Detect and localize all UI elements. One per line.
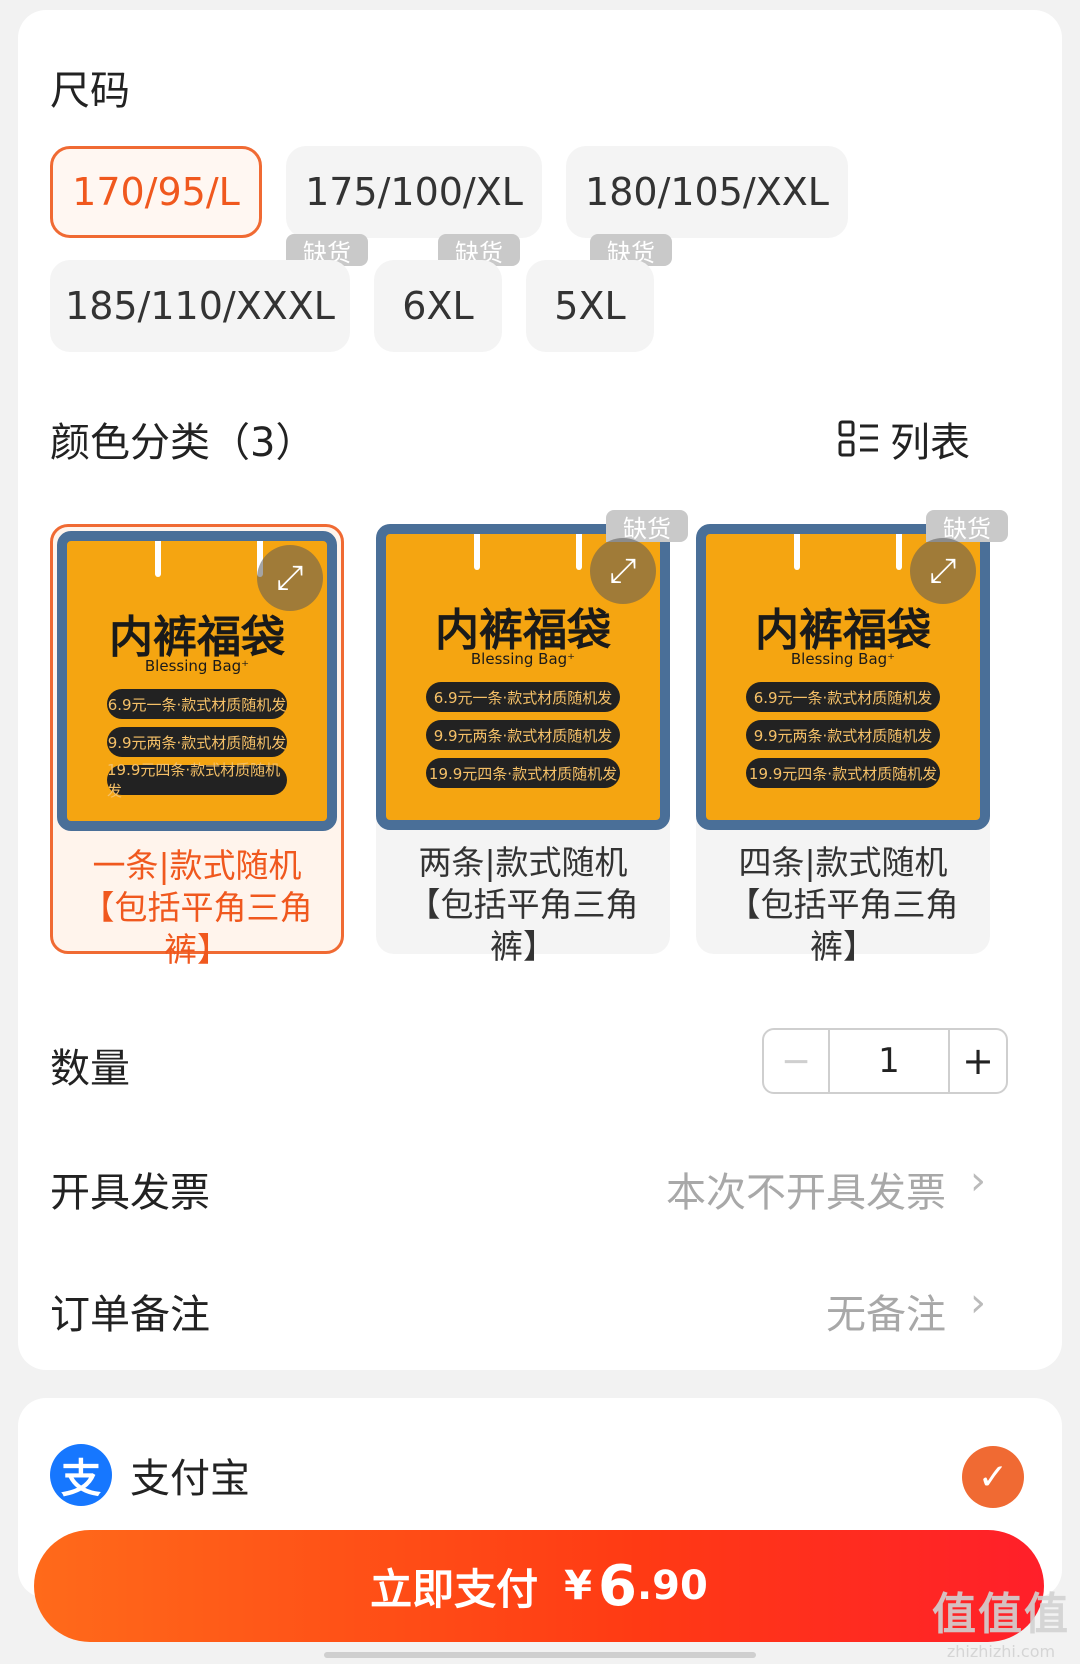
list-view-icon xyxy=(838,418,880,460)
payment-method-label: 支付宝 xyxy=(130,1456,250,1502)
remark-value: 无备注 xyxy=(826,1292,946,1338)
thumbnail-line: 6.9元一条·款式材质随机发 xyxy=(426,682,620,712)
thumbnail-line: 19.9元四条·款式材质随机发 xyxy=(746,758,940,788)
quantity-stepper: − 1 + xyxy=(762,1028,1008,1094)
thumbnail-line: 19.9元四条·款式材质随机发 xyxy=(426,758,620,788)
thumbnail-subtitle: Blessing Bag⁺ xyxy=(144,657,250,675)
currency-symbol: ¥ xyxy=(564,1563,593,1609)
price-decimal: .90 xyxy=(636,1563,708,1609)
expand-icon[interactable]: ⤢ xyxy=(590,538,656,604)
thumbnail-line: 6.9元一条·款式材质随机发 xyxy=(746,682,940,712)
checkmark-icon[interactable]: ✓ xyxy=(962,1446,1024,1508)
price-integer: 6 xyxy=(598,1553,637,1619)
watermark: 值值值 zhizhizhi.com xyxy=(932,1589,1070,1661)
color-section-title: 颜色分类（3） xyxy=(50,420,316,466)
color-option-one[interactable]: 内裤福袋 Blessing Bag⁺ 6.9元一条·款式材质随机发 9.9元两条… xyxy=(50,524,344,969)
chevron-right-icon: › xyxy=(970,1158,986,1204)
quantity-label: 数量 xyxy=(50,1046,130,1092)
color-option-label: 一条|款式随机【包括平角三角裤】 xyxy=(81,846,313,969)
thumbnail-subtitle: Blessing Bag⁺ xyxy=(470,650,576,668)
increment-button[interactable]: + xyxy=(950,1030,1006,1092)
chevron-right-icon: › xyxy=(970,1280,986,1326)
list-view-toggle[interactable]: 列表 xyxy=(838,410,970,468)
invoice-value: 本次不开具发票 xyxy=(666,1170,946,1216)
list-view-label: 列表 xyxy=(890,420,970,466)
decrement-button[interactable]: − xyxy=(764,1030,830,1092)
size-option-185-110-xxxl[interactable]: 185/110/XXXL xyxy=(50,260,350,352)
expand-icon[interactable]: ⤢ xyxy=(910,538,976,604)
color-option-label: 两条|款式随机【包括平角三角裤】 xyxy=(407,843,639,966)
home-indicator[interactable] xyxy=(324,1652,756,1658)
color-option-label: 四条|款式随机【包括平角三角裤】 xyxy=(727,843,959,966)
out-of-stock-badge: 缺货 xyxy=(606,510,688,543)
payment-method-alipay[interactable]: 支 支付宝 xyxy=(50,1444,250,1506)
alipay-icon: 支 xyxy=(50,1444,112,1506)
thumbnail-line: 9.9元两条·款式材质随机发 xyxy=(746,720,940,750)
size-option-6xl[interactable]: 6XL xyxy=(374,260,502,352)
size-option-180-105-xxl[interactable]: 180/105/XXL xyxy=(566,146,848,238)
expand-icon[interactable]: ⤢ xyxy=(257,545,323,611)
size-option-5xl[interactable]: 5XL xyxy=(526,260,654,352)
invoice-label: 开具发票 xyxy=(50,1170,210,1216)
thumbnail-subtitle: Blessing Bag⁺ xyxy=(790,650,896,668)
size-option-170-95-l[interactable]: 170/95/L xyxy=(50,146,262,238)
out-of-stock-badge: 缺货 xyxy=(926,510,1008,543)
thumbnail-line: 9.9元两条·款式材质随机发 xyxy=(107,727,287,757)
remark-label: 订单备注 xyxy=(50,1292,210,1338)
size-section-title: 尺码 xyxy=(50,68,130,114)
color-option-four[interactable]: 内裤福袋 Blessing Bag⁺ 6.9元一条·款式材质随机发 9.9元两条… xyxy=(696,510,1008,966)
thumbnail-line: 6.9元一条·款式材质随机发 xyxy=(107,689,287,719)
thumbnail-line: 9.9元两条·款式材质随机发 xyxy=(426,720,620,750)
pay-now-button[interactable]: 立即支付 ¥ 6 .90 xyxy=(34,1530,1044,1642)
size-option-175-100-xl[interactable]: 175/100/XL xyxy=(286,146,542,238)
pay-now-label: 立即支付 xyxy=(370,1564,539,1614)
quantity-input[interactable]: 1 xyxy=(830,1030,950,1092)
color-option-two[interactable]: 内裤福袋 Blessing Bag⁺ 6.9元一条·款式材质随机发 9.9元两条… xyxy=(376,510,688,966)
thumbnail-line: 19.9元四条·款式材质随机发 xyxy=(107,761,287,800)
